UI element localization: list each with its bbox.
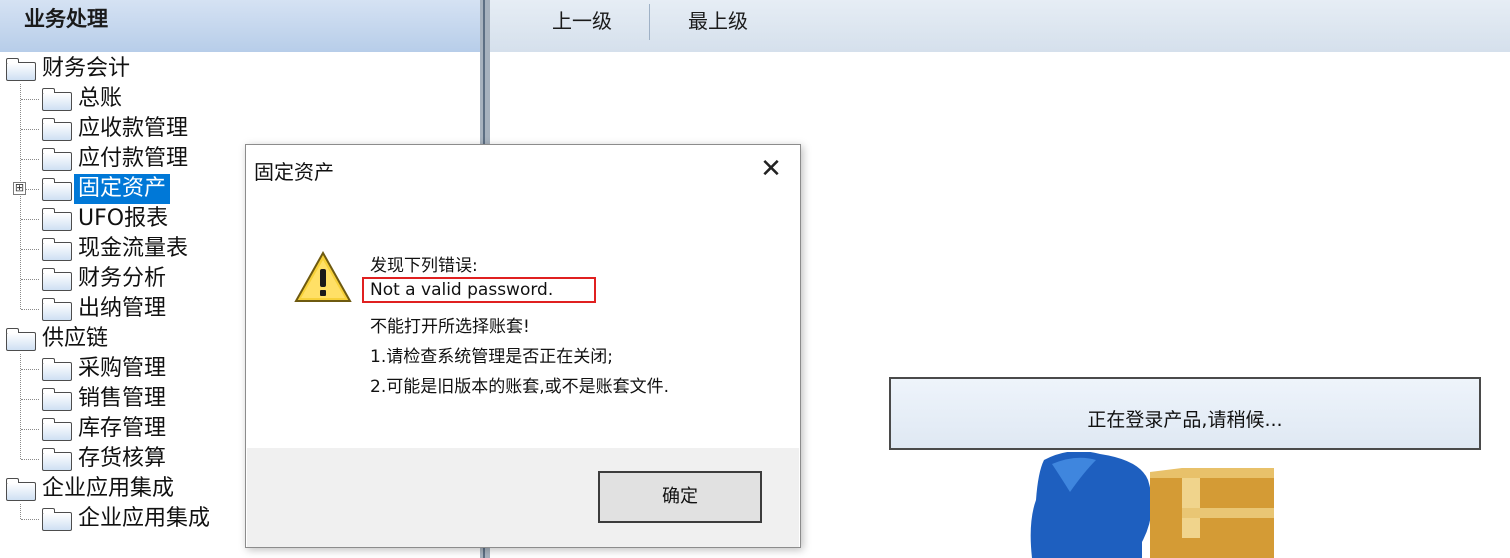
tree-connector	[21, 369, 39, 370]
folder-icon	[42, 268, 72, 291]
folder-icon	[42, 508, 72, 531]
folder-icon	[6, 328, 36, 351]
tree-connector	[21, 129, 39, 130]
tree-item-label: 企业应用集成	[42, 476, 175, 501]
head-silhouette-icon	[1030, 452, 1152, 558]
tree-item-label: 应付款管理	[78, 146, 189, 171]
tree-connector	[21, 309, 39, 310]
up-level-button[interactable]: 上一级	[540, 6, 624, 36]
tree-item-label: 库存管理	[78, 416, 167, 441]
tree-item-label: 存货核算	[78, 446, 167, 471]
tree-item[interactable]: 财务会计	[0, 54, 470, 84]
folder-icon	[42, 358, 72, 381]
tree-connector	[21, 249, 39, 250]
product-logo-icon	[1030, 452, 1274, 558]
tree-connector	[21, 459, 39, 460]
tree-connector	[21, 429, 39, 430]
close-button[interactable]: ✕	[751, 151, 791, 187]
folder-icon	[42, 388, 72, 411]
tree-connector	[21, 159, 39, 160]
tree-item-label: 采购管理	[78, 356, 167, 381]
dialog-title: 固定资产	[254, 160, 334, 184]
tree-connector	[21, 399, 39, 400]
top-level-button[interactable]: 最上级	[676, 6, 760, 36]
tree-item-label: 固定资产	[74, 174, 171, 204]
tree-item-label: 现金流量表	[78, 236, 189, 261]
folder-icon	[42, 88, 72, 111]
folder-icon	[42, 298, 72, 321]
folder-icon	[42, 178, 72, 201]
tree-item-label: UFO报表	[78, 206, 169, 231]
login-status-text: 正在登录产品,请稍候...	[1087, 409, 1283, 431]
panel-header: 业务处理	[0, 0, 480, 52]
navigation-toolbar: 上一级 最上级	[490, 0, 1510, 52]
folder-icon	[42, 148, 72, 171]
tree-connector	[21, 219, 39, 220]
tree-item[interactable]: 应收款管理	[0, 114, 470, 144]
folder-icon	[6, 478, 36, 501]
folder-icon	[6, 58, 36, 81]
expand-icon[interactable]: ⊞	[13, 182, 26, 195]
login-status-box: 正在登录产品,请稍候...	[889, 377, 1481, 450]
tree-connector	[21, 279, 39, 280]
folder-icon	[42, 238, 72, 261]
tree-item-label: 财务分析	[78, 266, 167, 291]
folder-icon	[42, 118, 72, 141]
toolbar-divider	[649, 4, 650, 40]
folder-icon	[42, 418, 72, 441]
tree-item-label: 应收款管理	[78, 116, 189, 141]
tree-connector	[21, 519, 39, 520]
folder-icon	[42, 208, 72, 231]
tree-item-label: 财务会计	[42, 56, 131, 81]
ok-button[interactable]: 确定	[598, 471, 762, 523]
tree-item-label: 销售管理	[78, 386, 167, 411]
tree-item-label: 总账	[78, 86, 123, 111]
error-heading: 发现下列错误:	[370, 256, 478, 276]
error-message: 不能打开所选择账套!	[370, 317, 530, 337]
error-hint-2: 2.可能是旧版本的账套,或不是账套文件.	[370, 377, 670, 397]
panel-title: 业务处理	[24, 7, 108, 31]
error-dialog: 固定资产 ✕ 发现下列错误: Not a valid password. 不能打…	[245, 144, 801, 548]
folder-icon	[42, 448, 72, 471]
error-detail: Not a valid password.	[370, 280, 554, 300]
tree-item-label: 企业应用集成	[78, 506, 211, 531]
tree-connector	[21, 99, 39, 100]
box-tape-stripe	[1182, 508, 1274, 518]
error-hint-1: 1.请检查系统管理是否正在关闭;	[370, 347, 613, 367]
tree-item-label: 出纳管理	[78, 296, 167, 321]
warning-icon	[294, 251, 352, 302]
tree-item-label: 供应链	[42, 326, 109, 351]
tree-item[interactable]: 总账	[0, 84, 470, 114]
